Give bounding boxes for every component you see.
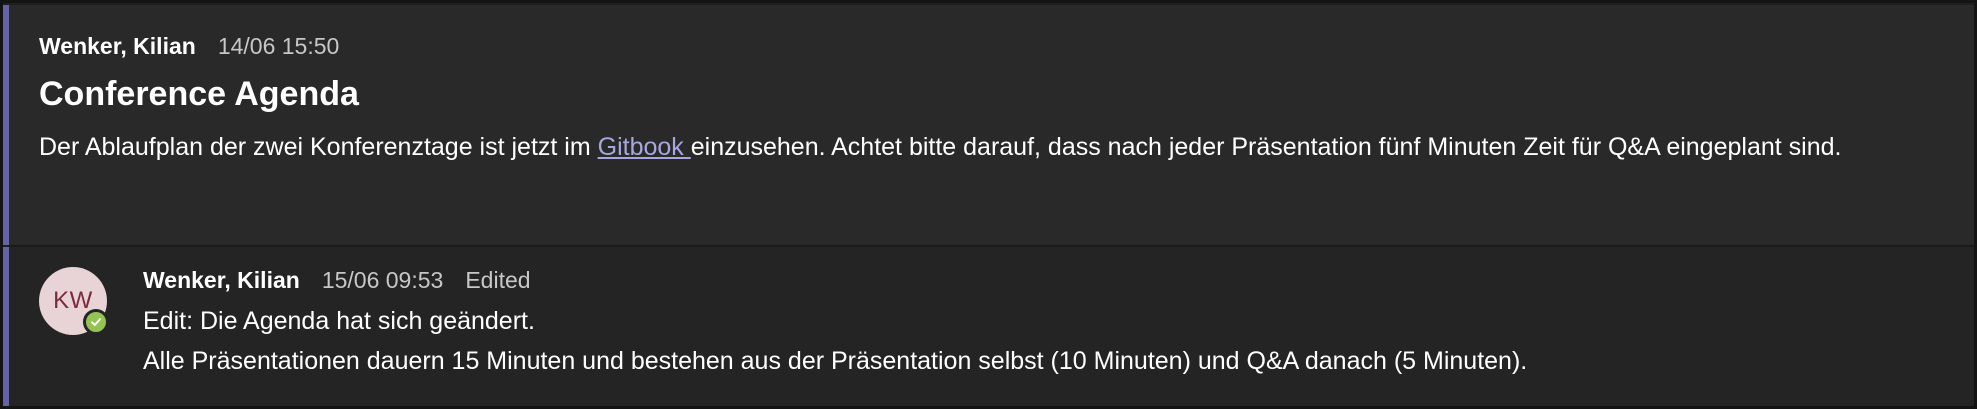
post-header: Wenker, Kilian 14/06 15:50: [39, 33, 339, 60]
avatar-initials: KW: [53, 287, 93, 314]
presence-available-icon: [83, 309, 109, 335]
reply-accent-bar: [3, 247, 9, 406]
root-post[interactable]: Wenker, Kilian 14/06 15:50 Conference Ag…: [9, 5, 1974, 245]
message-thread: Wenker, Kilian 14/06 15:50 Conference Ag…: [0, 0, 1977, 409]
post-author[interactable]: Wenker, Kilian: [39, 33, 196, 60]
edited-label: Edited: [465, 267, 531, 293]
post-title: Conference Agenda: [39, 75, 359, 113]
post-accent-bar: [3, 5, 9, 245]
reply-message[interactable]: KW Wenker, Kilian 15/06 09:53 Edited Edi…: [9, 247, 1974, 406]
post-body-text-end: einzusehen. Achtet bitte darauf, dass na…: [690, 133, 1842, 161]
post-timestamp: 14/06 15:50: [217, 33, 340, 59]
gitbook-link[interactable]: Gitbook: [598, 133, 691, 161]
reply-line-1: Edit: Die Agenda hat sich geändert.: [143, 307, 535, 335]
reply-timestamp: 15/06 09:53: [321, 267, 444, 293]
post-body: Der Ablaufplan der zwei Konferenztage is…: [39, 127, 1939, 167]
check-icon: [91, 318, 101, 326]
reply-line-2: Alle Präsentationen dauern 15 Minuten un…: [143, 347, 1528, 375]
reply-header: Wenker, Kilian 15/06 09:53 Edited: [143, 267, 531, 294]
reply-author[interactable]: Wenker, Kilian: [143, 267, 300, 294]
post-body-text-start: Der Ablaufplan der zwei Konferenztage is…: [39, 133, 598, 161]
